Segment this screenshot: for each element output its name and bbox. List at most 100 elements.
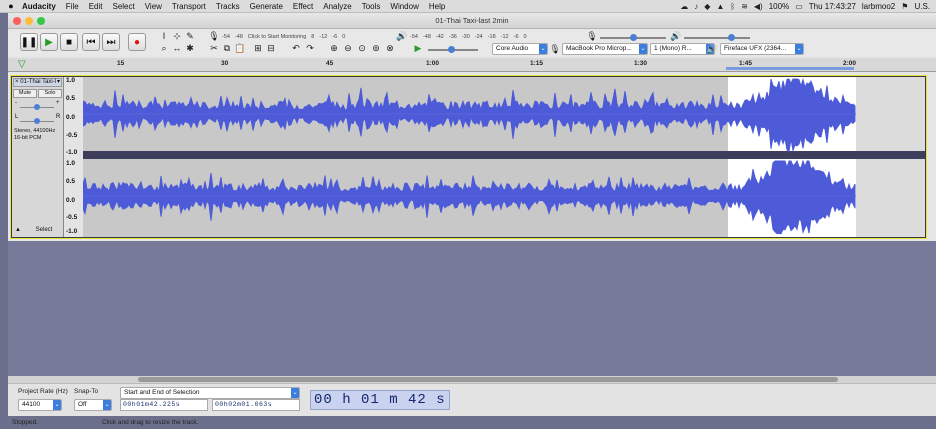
menu-tools[interactable]: Tools xyxy=(362,2,381,11)
envelope-tool-icon[interactable]: ⊹ xyxy=(171,31,183,42)
gain-slider[interactable] xyxy=(20,104,54,110)
scrollbar-thumb[interactable] xyxy=(138,377,838,382)
recording-channels-value: 1 (Mono) R... xyxy=(654,45,692,52)
zoom-toggle-icon[interactable]: ⊗ xyxy=(384,43,396,54)
mute-button[interactable]: Mute xyxy=(13,89,37,98)
vertical-scale[interactable]: 1.0 0.5 0.0 -0.5 -1.0 1.0 0.5 0.0 -0.5 -… xyxy=(64,77,82,237)
audio-host-select[interactable]: Core Audio ⌄ xyxy=(492,43,548,55)
project-rate-select[interactable]: 44100 ⌄ xyxy=(18,399,62,411)
draw-tool-icon[interactable]: ✎ xyxy=(184,31,196,42)
menu-edit[interactable]: Edit xyxy=(89,2,103,11)
chevron-down-icon: ⌄ xyxy=(103,400,111,410)
audio-track[interactable]: × 01-Thai Taxi-l ▾ Mute Solo - + L R Ste… xyxy=(10,75,927,239)
zoom-tool-icon[interactable]: ⌕ xyxy=(158,43,170,54)
menu-effect[interactable]: Effect xyxy=(293,2,313,11)
paste-icon[interactable]: 📋 xyxy=(234,43,246,54)
menubar-locale[interactable]: U.S. xyxy=(914,2,930,11)
dropbox-icon[interactable]: ◆ xyxy=(704,2,710,11)
slider-knob[interactable] xyxy=(630,34,637,41)
audio-position-display[interactable]: 00 h 01 m 42 s xyxy=(310,390,450,410)
battery-percent[interactable]: 100% xyxy=(769,2,789,11)
skip-start-icon: ⏮ xyxy=(86,36,96,48)
slider-knob[interactable] xyxy=(34,104,40,110)
play-speed-slider[interactable] xyxy=(428,46,478,53)
rec-meter-tick: -54 xyxy=(222,34,230,40)
close-track-icon[interactable]: × xyxy=(15,79,19,85)
multi-tool-icon[interactable]: ✱ xyxy=(184,43,196,54)
play-meter-tick: -54 xyxy=(410,34,418,40)
slider-knob[interactable] xyxy=(34,118,40,124)
menu-view[interactable]: View xyxy=(145,2,162,11)
selection-mode-select[interactable]: Start and End of Selection ⌄ xyxy=(120,387,300,399)
zoom-window-icon[interactable] xyxy=(37,17,45,25)
copy-icon[interactable]: ⧉ xyxy=(221,43,233,54)
slider-knob[interactable] xyxy=(728,34,735,41)
close-window-icon[interactable] xyxy=(13,17,21,25)
fit-project-icon[interactable]: ⊚ xyxy=(370,43,382,54)
ruler-tick-label: 1:30 xyxy=(634,60,648,67)
menu-tracks[interactable]: Tracks xyxy=(216,2,240,11)
playback-meter[interactable]: -54 -48 -42 -36 -30 -24 -18 -12 -6 0 xyxy=(410,32,527,42)
music-note-icon[interactable]: ♪ xyxy=(694,2,698,11)
creative-cloud-icon[interactable]: ☁ xyxy=(680,2,688,11)
menubar-user[interactable]: larbmoo2 xyxy=(862,2,895,11)
slider-knob[interactable] xyxy=(448,46,455,53)
speaker-icon[interactable]: 🔊 xyxy=(396,31,408,42)
undo-icon[interactable]: ↶ xyxy=(290,43,302,54)
flag-icon[interactable]: ⚑ xyxy=(901,2,908,11)
pin-playhead-icon[interactable]: ▽ xyxy=(18,59,26,70)
timeshift-tool-icon[interactable]: ↔ xyxy=(171,43,183,54)
pause-button[interactable]: ❚❚ xyxy=(20,33,38,51)
silence-icon[interactable]: ⊟ xyxy=(265,43,277,54)
app-menu[interactable]: Audacity xyxy=(22,2,56,11)
collapse-track-icon[interactable]: ▲ xyxy=(15,227,21,233)
timeline-ruler[interactable]: ▽ 15 30 45 1:00 1:15 1:30 1:45 2:00 xyxy=(8,58,936,72)
redo-icon[interactable]: ↷ xyxy=(304,43,316,54)
menu-generate[interactable]: Generate xyxy=(250,2,283,11)
apple-logo-icon[interactable]: ● xyxy=(0,1,22,11)
menu-help[interactable]: Help xyxy=(429,2,445,11)
menu-analyze[interactable]: Analyze xyxy=(323,2,351,11)
selection-end-time[interactable]: 00h02m01.063s xyxy=(212,399,300,411)
warning-icon[interactable]: ▲ xyxy=(716,2,724,11)
waveform-display[interactable] xyxy=(83,77,925,237)
cut-icon[interactable]: ✂ xyxy=(208,43,220,54)
volume-icon[interactable]: ◀) xyxy=(754,2,763,11)
record-meter[interactable]: -54 -48 Click to Start Monitoring 8 -12 … xyxy=(222,32,345,42)
horizontal-scrollbar[interactable] xyxy=(8,376,936,383)
zoom-in-icon[interactable]: ⊕ xyxy=(328,43,340,54)
track-name-menu[interactable]: × 01-Thai Taxi-l ▾ xyxy=(13,78,62,87)
trim-icon[interactable]: ⊞ xyxy=(252,43,264,54)
input-volume-slider[interactable] xyxy=(600,34,666,41)
stop-button[interactable]: ■ xyxy=(60,33,78,51)
menubar-clock[interactable]: Thu 17:43:27 xyxy=(809,2,856,11)
playback-device-select[interactable]: Fireface UFX (2364... ⌄ xyxy=(720,43,804,55)
play-at-speed-icon[interactable]: ▶ xyxy=(412,43,424,54)
scale-label: -1.0 xyxy=(66,149,78,156)
play-button[interactable]: ▶ xyxy=(40,33,58,51)
bluetooth-icon[interactable]: ᛒ xyxy=(730,2,735,11)
menu-transport[interactable]: Transport xyxy=(172,2,206,11)
select-track-button[interactable]: Select xyxy=(26,226,62,235)
skip-end-button[interactable]: ⏭ xyxy=(102,33,120,51)
selection-tool-icon[interactable]: I xyxy=(158,31,170,42)
output-volume-slider[interactable] xyxy=(684,34,750,41)
microphone-icon[interactable]: 🎙 xyxy=(208,31,220,42)
skip-start-button[interactable]: ⏮ xyxy=(82,33,100,51)
gain-minus-label: - xyxy=(15,100,17,106)
menu-select[interactable]: Select xyxy=(112,2,134,11)
recording-device-select[interactable]: MacBook Pro Microp... ⌄ xyxy=(562,43,648,55)
record-button[interactable]: ● xyxy=(128,33,146,51)
pan-slider[interactable] xyxy=(20,118,54,124)
selection-start-time[interactable]: 00h01m42.225s xyxy=(120,399,208,411)
empty-track-area[interactable] xyxy=(8,241,936,376)
menu-file[interactable]: File xyxy=(66,2,79,11)
minimize-window-icon[interactable] xyxy=(25,17,33,25)
fit-selection-icon[interactable]: ⊙ xyxy=(356,43,368,54)
zoom-out-icon[interactable]: ⊖ xyxy=(342,43,354,54)
battery-icon[interactable]: ▭ xyxy=(795,2,803,11)
snap-to-select[interactable]: Off ⌄ xyxy=(74,399,112,411)
solo-button[interactable]: Solo xyxy=(38,89,62,98)
menu-window[interactable]: Window xyxy=(390,2,418,11)
wifi-icon[interactable]: ≋ xyxy=(741,2,748,11)
